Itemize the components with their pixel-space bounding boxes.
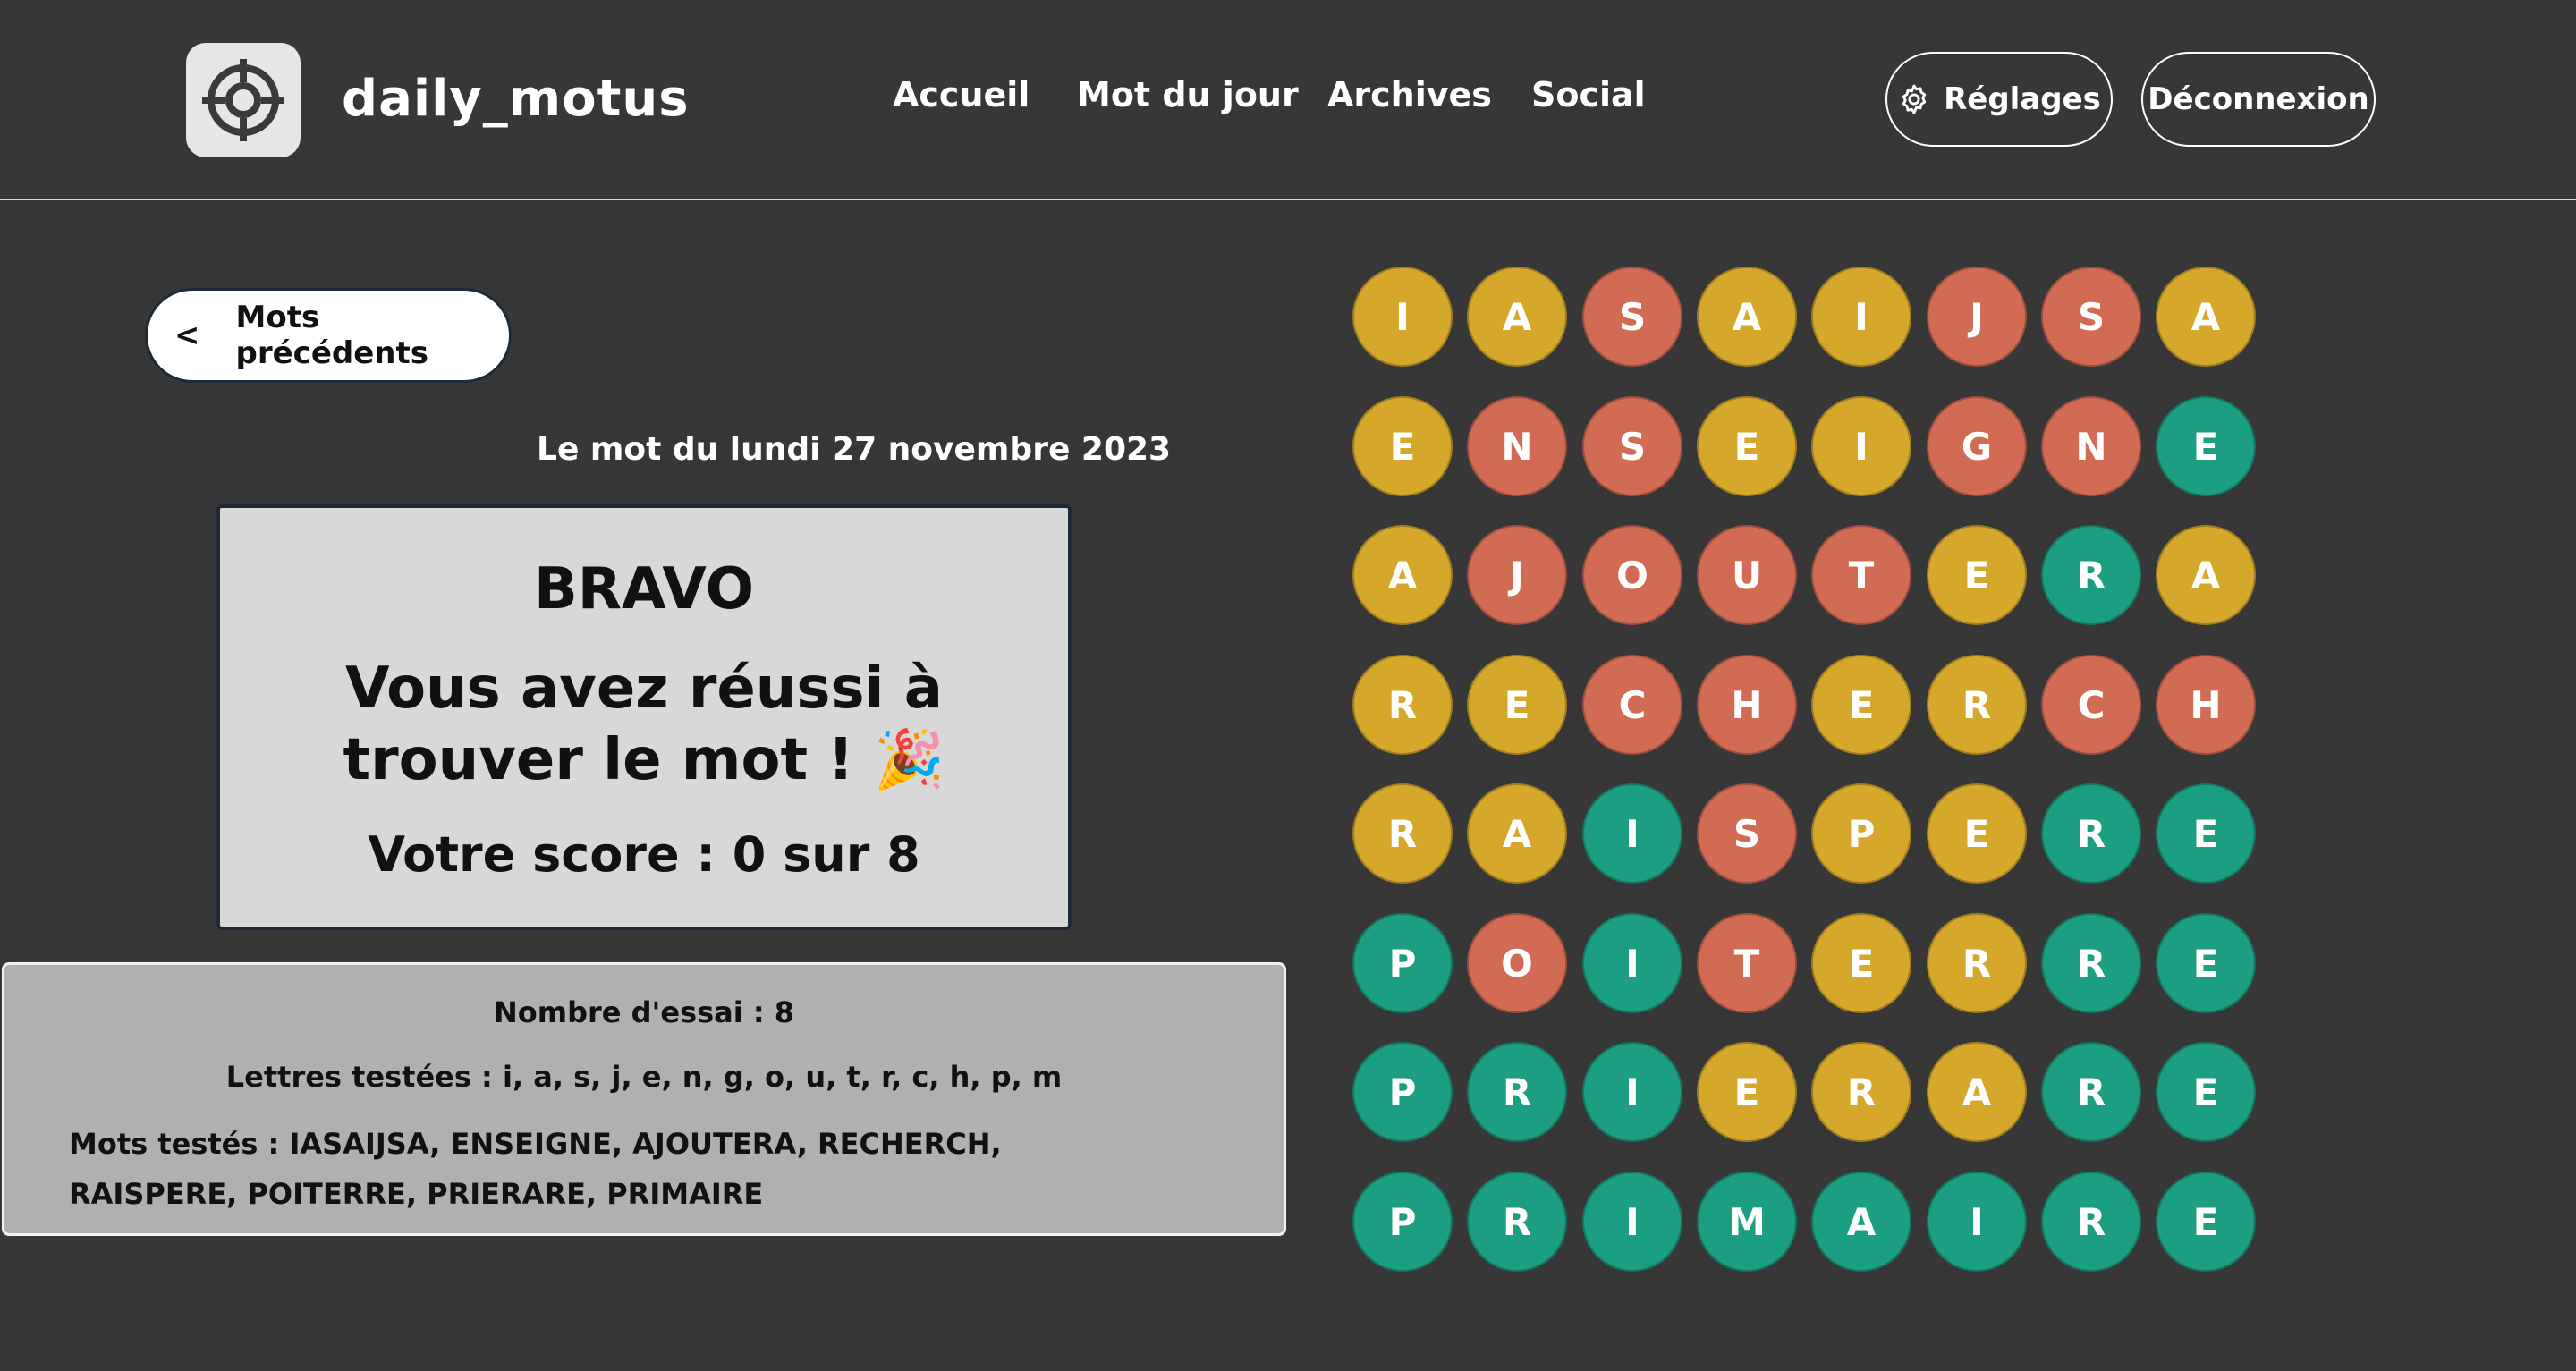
letter-cell: E bbox=[1927, 783, 2027, 884]
letter-cell: R bbox=[2041, 783, 2141, 884]
letter-cell: E bbox=[1467, 655, 1567, 755]
letter-cell: G bbox=[1927, 396, 2027, 496]
nav-accueil[interactable]: Accueil bbox=[893, 75, 1030, 114]
chevron-left-icon: < bbox=[174, 317, 200, 353]
letter-cell: R bbox=[1467, 1042, 1567, 1142]
letter-cell: A bbox=[1467, 267, 1567, 367]
letter-cell: N bbox=[1467, 396, 1567, 496]
letter-cell: T bbox=[1811, 525, 1911, 625]
letter-cell: P bbox=[1352, 1042, 1453, 1142]
letter-cell: I bbox=[1582, 1042, 1682, 1142]
stats-card: Nombre d'essai : 8 Lettres testées : i, … bbox=[2, 962, 1286, 1236]
letter-cell: H bbox=[2156, 655, 2256, 755]
letter-cell: R bbox=[2041, 913, 2141, 1013]
letter-cell: E bbox=[1697, 396, 1797, 496]
letter-cell: R bbox=[2041, 1042, 2141, 1142]
result-title: BRAVO bbox=[533, 556, 755, 622]
letter-cell: R bbox=[2041, 525, 2141, 625]
letter-cell: S bbox=[1697, 783, 1797, 884]
letter-cell: J bbox=[1927, 267, 2027, 367]
letter-cell: A bbox=[1697, 267, 1797, 367]
settings-label: Réglages bbox=[1944, 81, 2101, 117]
letter-cell: C bbox=[2041, 655, 2141, 755]
letter-cell: M bbox=[1697, 1172, 1797, 1272]
letter-cell: R bbox=[1927, 655, 2027, 755]
letter-cell: E bbox=[1352, 396, 1453, 496]
letter-cell: O bbox=[1582, 525, 1682, 625]
letter-cell: A bbox=[1352, 525, 1453, 625]
letter-cell: E bbox=[1697, 1042, 1797, 1142]
letter-cell: P bbox=[1352, 1172, 1453, 1272]
letter-cell: S bbox=[2041, 267, 2141, 367]
letter-cell: H bbox=[1697, 655, 1797, 755]
letter-cell: I bbox=[1811, 396, 1911, 496]
letter-cell: A bbox=[1811, 1172, 1911, 1272]
letter-cell: T bbox=[1697, 913, 1797, 1013]
letter-cell: R bbox=[1467, 1172, 1567, 1272]
letter-cell: I bbox=[1927, 1172, 2027, 1272]
letter-cell: I bbox=[1582, 1172, 1682, 1272]
letter-cell: E bbox=[2156, 913, 2256, 1013]
result-card: BRAVO Vous avez réussi à trouver le mot … bbox=[216, 504, 1072, 930]
letter-cell: E bbox=[2156, 396, 2256, 496]
letter-cell: E bbox=[1811, 913, 1911, 1013]
settings-button[interactable]: Réglages bbox=[1885, 52, 2113, 147]
letter-cell: I bbox=[1582, 913, 1682, 1013]
nav-social[interactable]: Social bbox=[1531, 75, 1646, 114]
letter-cell: R bbox=[1352, 655, 1453, 755]
letter-cell: S bbox=[1582, 267, 1682, 367]
word-date: Le mot du lundi 27 novembre 2023 bbox=[537, 431, 1172, 468]
nav-archives[interactable]: Archives bbox=[1327, 75, 1492, 114]
letter-cell: N bbox=[2041, 396, 2141, 496]
letter-cell: J bbox=[1467, 525, 1567, 625]
letter-cell: C bbox=[1582, 655, 1682, 755]
gear-icon bbox=[1902, 84, 1927, 114]
letter-cell: R bbox=[1927, 913, 2027, 1013]
letter-cell: O bbox=[1467, 913, 1567, 1013]
letter-cell: P bbox=[1811, 783, 1911, 884]
letter-cell: A bbox=[1467, 783, 1567, 884]
nav-mot-du-jour[interactable]: Mot du jour bbox=[1077, 75, 1299, 114]
letter-cell: A bbox=[1927, 1042, 2027, 1142]
result-message: Vous avez réussi à trouver le mot ! 🎉 bbox=[343, 656, 945, 793]
logout-button[interactable]: Déconnexion bbox=[2141, 52, 2376, 147]
letter-cell: P bbox=[1352, 913, 1453, 1013]
previous-words-label: Mots précédents bbox=[235, 300, 428, 371]
letter-cell: I bbox=[1811, 267, 1911, 367]
letter-cell: I bbox=[1582, 783, 1682, 884]
letter-cell: A bbox=[2156, 525, 2256, 625]
letter-cell: S bbox=[1582, 396, 1682, 496]
letter-cell: R bbox=[1352, 783, 1453, 884]
result-score: Votre score : 0 sur 8 bbox=[368, 826, 920, 883]
tested-letters: Lettres testées : i, a, s, j, e, n, g, o… bbox=[225, 1060, 1063, 1094]
letter-cell: R bbox=[2041, 1172, 2141, 1272]
attempts-count: Nombre d'essai : 8 bbox=[493, 995, 795, 1029]
letter-cell: R bbox=[1811, 1042, 1911, 1142]
letter-cell: E bbox=[1927, 525, 2027, 625]
target-logo-icon[interactable] bbox=[186, 43, 301, 157]
letter-cell: A bbox=[2156, 267, 2256, 367]
letter-cell: U bbox=[1697, 525, 1797, 625]
letter-cell: I bbox=[1352, 267, 1453, 367]
tested-words: Mots testés : IASAIJSA, ENSEIGNE, AJOUTE… bbox=[69, 1127, 1002, 1211]
letter-cell: E bbox=[2156, 1042, 2256, 1142]
letter-cell: E bbox=[2156, 1172, 2256, 1272]
previous-words-button[interactable]: < Mots précédents bbox=[145, 288, 512, 383]
brand-name[interactable]: daily_motus bbox=[342, 70, 690, 128]
letter-cell: E bbox=[2156, 783, 2256, 884]
top-header: daily_motus Accueil Mot du jour Archives… bbox=[0, 0, 2576, 200]
letter-cell: E bbox=[1811, 655, 1911, 755]
